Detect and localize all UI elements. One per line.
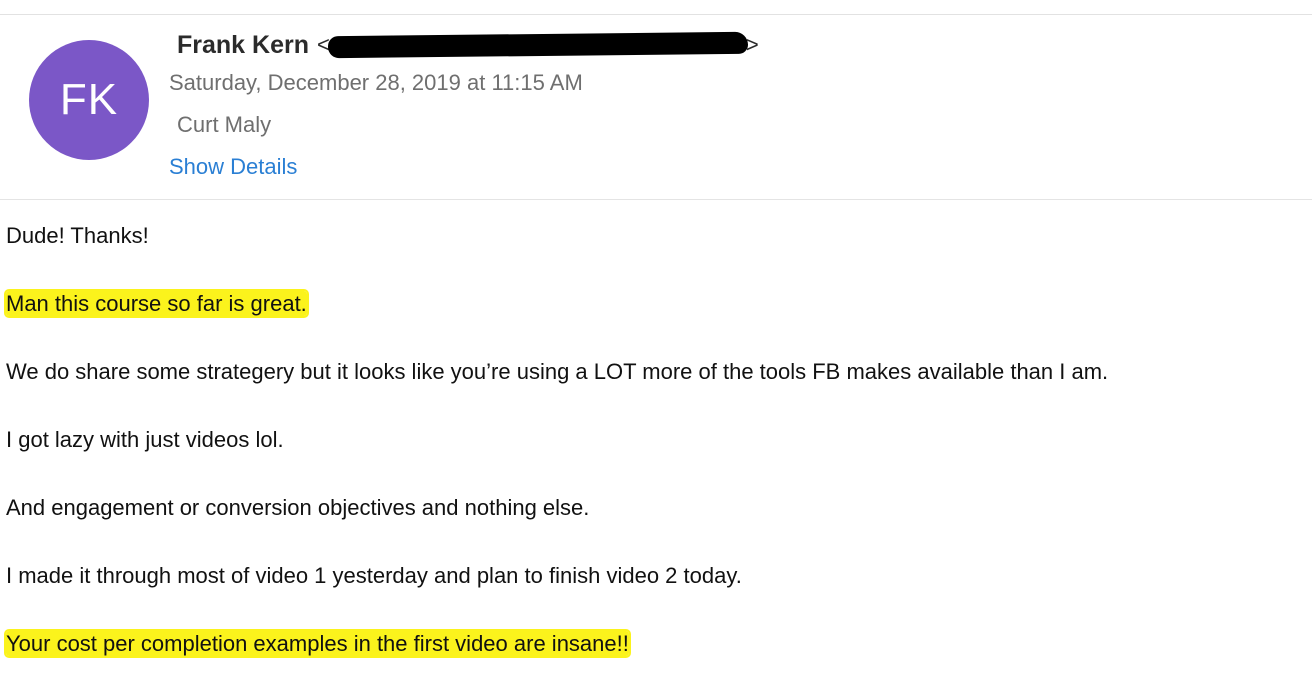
body-paragraph: Dude! Thanks! [6, 222, 1306, 250]
sender-email[interactable]: < > [317, 31, 759, 59]
highlighted-text: Man this course so far is great. [6, 291, 307, 316]
message-date: Saturday, December 28, 2019 at 11:15 AM [169, 70, 583, 95]
body-text: And engagement or conversion objectives … [6, 495, 590, 520]
redaction-mark [327, 31, 748, 59]
body-paragraph: I got lazy with just videos lol. [6, 426, 1306, 454]
body-paragraph-highlighted: Your cost per completion examples in the… [6, 630, 1306, 658]
message-header: FK Frank Kern < > Saturday, December 28,… [0, 15, 1312, 199]
header-divider [0, 199, 1312, 200]
highlighted-text: Your cost per completion examples in the… [6, 631, 629, 656]
recipient-name[interactable]: Curt Maly [177, 112, 271, 138]
body-text: We do share some strategery but it looks… [6, 359, 1109, 384]
message-body: Dude! Thanks! Man this course so far is … [6, 222, 1306, 698]
body-paragraph: I made it through most of video 1 yester… [6, 562, 1306, 590]
sender-name[interactable]: Frank Kern [177, 31, 309, 60]
body-paragraph-highlighted: Man this course so far is great. [6, 290, 1306, 318]
sender-line: Frank Kern < > [177, 29, 759, 61]
body-text: Dude! Thanks! [6, 223, 149, 248]
body-paragraph: And engagement or conversion objectives … [6, 494, 1306, 522]
body-text: I made it through most of video 1 yester… [6, 563, 742, 588]
sender-avatar: FK [29, 40, 149, 160]
avatar-initials: FK [59, 75, 119, 124]
body-text: I got lazy with just videos lol. [6, 427, 284, 452]
body-paragraph: We do share some strategery but it looks… [6, 358, 1306, 386]
show-details-link[interactable]: Show Details [169, 154, 297, 180]
